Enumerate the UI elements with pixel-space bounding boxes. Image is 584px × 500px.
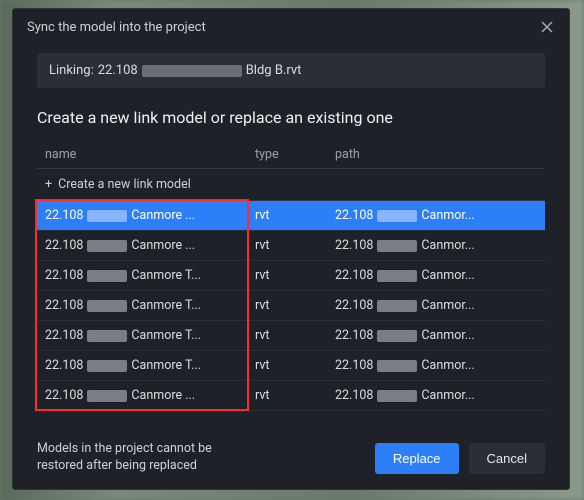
- cell-path: 22.108 Canmor...: [335, 358, 537, 373]
- redacted-text: [142, 65, 242, 77]
- cell-path: 22.108 Canmor...: [335, 238, 537, 253]
- redacted-text: [87, 330, 127, 342]
- path-suffix: Canmor...: [421, 358, 474, 373]
- redacted-text: [377, 330, 417, 342]
- name-prefix: 22.108: [45, 268, 83, 283]
- table-row[interactable]: 22.108Canmore T...rvt22.108Canmor...: [37, 351, 545, 381]
- plus-icon: +: [45, 177, 52, 192]
- name-prefix: 22.108: [45, 358, 83, 373]
- name-suffix: Canmore T...: [131, 298, 201, 313]
- cell-path: 22.108 Canmor...: [335, 208, 537, 223]
- name-suffix: Canmore T...: [131, 328, 201, 343]
- table-row[interactable]: 22.108Canmore ...rvt22.108Canmor...: [37, 201, 545, 231]
- cell-type: rvt: [255, 358, 335, 373]
- name-prefix: 22.108: [45, 238, 83, 253]
- cell-type: rvt: [255, 388, 335, 403]
- cell-type: rvt: [255, 268, 335, 283]
- cell-path: 22.108 Canmor...: [335, 268, 537, 283]
- linking-label: Linking:: [49, 63, 94, 78]
- path-prefix: 22.108: [335, 298, 373, 313]
- redacted-text: [87, 270, 127, 282]
- name-suffix: Canmore ...: [131, 388, 195, 403]
- cell-path: 22.108 Canmor...: [335, 298, 537, 313]
- linking-suffix: Bldg B.rvt: [246, 63, 302, 78]
- section-heading: Create a new link model or replace an ex…: [37, 108, 545, 127]
- redacted-text: [87, 300, 127, 312]
- create-row-content: + Create a new link model: [45, 177, 537, 192]
- path-suffix: Canmor...: [421, 268, 474, 283]
- name-prefix: 22.108: [45, 328, 83, 343]
- name-prefix: 22.108: [45, 208, 83, 223]
- sync-dialog: Sync the model into the project Linking:…: [12, 8, 570, 490]
- create-row-label: Create a new link model: [58, 177, 191, 192]
- cell-type: rvt: [255, 208, 335, 223]
- table-row[interactable]: 22.108Canmore T...rvt22.108Canmor...: [37, 261, 545, 291]
- cell-path: 22.108 Canmor...: [335, 388, 537, 403]
- table-header: name type path: [37, 141, 545, 169]
- path-suffix: Canmor...: [421, 298, 474, 313]
- name-prefix: 22.108: [45, 298, 83, 313]
- cell-type: rvt: [255, 298, 335, 313]
- name-suffix: Canmore ...: [131, 208, 195, 223]
- path-prefix: 22.108: [335, 388, 373, 403]
- button-group: Replace Cancel: [375, 443, 545, 474]
- cell-name: 22.108 Canmore ...: [45, 238, 255, 253]
- path-prefix: 22.108: [335, 238, 373, 253]
- redacted-text: [377, 210, 417, 222]
- table-row[interactable]: 22.108Canmore T...rvt22.108Canmor...: [37, 321, 545, 351]
- redacted-text: [377, 240, 417, 252]
- path-prefix: 22.108: [335, 268, 373, 283]
- cell-name: 22.108 Canmore ...: [45, 388, 255, 403]
- redacted-text: [87, 360, 127, 372]
- cell-name: 22.108 Canmore T...: [45, 358, 255, 373]
- linking-info: Linking: 22.108 Bldg B.rvt: [37, 53, 545, 88]
- redacted-text: [377, 270, 417, 282]
- dialog-titlebar: Sync the model into the project: [13, 9, 569, 45]
- cell-type: rvt: [255, 238, 335, 253]
- redacted-text: [377, 300, 417, 312]
- path-suffix: Canmor...: [421, 208, 474, 223]
- redacted-text: [377, 390, 417, 402]
- dialog-body: Linking: 22.108 Bldg B.rvt Create a new …: [13, 45, 569, 427]
- col-path: path: [335, 147, 537, 162]
- table-row[interactable]: 22.108Canmore ...rvt22.108Canmor...: [37, 231, 545, 261]
- warning-text: Models in the project cannot be restored…: [37, 441, 257, 475]
- linking-prefix: 22.108: [98, 63, 138, 78]
- table-row[interactable]: 22.108Canmore T...rvt22.108Canmor...: [37, 291, 545, 321]
- dialog-title: Sync the model into the project: [27, 20, 206, 35]
- cell-type: rvt: [255, 328, 335, 343]
- cancel-button[interactable]: Cancel: [469, 443, 545, 474]
- close-icon[interactable]: [539, 19, 555, 35]
- dialog-footer: Models in the project cannot be restored…: [13, 427, 569, 489]
- path-suffix: Canmor...: [421, 388, 474, 403]
- redacted-text: [87, 210, 127, 222]
- cell-name: 22.108 Canmore T...: [45, 268, 255, 283]
- col-name: name: [45, 147, 255, 162]
- cell-name: 22.108 Canmore T...: [45, 298, 255, 313]
- name-suffix: Canmore T...: [131, 358, 201, 373]
- name-suffix: Canmore ...: [131, 238, 195, 253]
- cell-path: 22.108 Canmor...: [335, 328, 537, 343]
- col-type: type: [255, 147, 335, 162]
- table-body: 22.108Canmore ...rvt22.108Canmor...22.10…: [37, 201, 545, 411]
- path-prefix: 22.108: [335, 208, 373, 223]
- replace-button[interactable]: Replace: [375, 443, 459, 474]
- redacted-text: [87, 240, 127, 252]
- redacted-text: [377, 360, 417, 372]
- create-new-link-row[interactable]: + Create a new link model: [37, 169, 545, 201]
- path-prefix: 22.108: [335, 328, 373, 343]
- name-prefix: 22.108: [45, 388, 83, 403]
- models-table: name type path +Create a new link model …: [37, 141, 545, 411]
- cell-name: 22.108 Canmore T...: [45, 328, 255, 343]
- redacted-text: [87, 390, 127, 402]
- name-suffix: Canmore T...: [131, 268, 201, 283]
- path-suffix: Canmor...: [421, 328, 474, 343]
- table-row[interactable]: 22.108Canmore ...rvt22.108Canmor...: [37, 381, 545, 411]
- path-prefix: 22.108: [335, 358, 373, 373]
- cell-name: 22.108 Canmore ...: [45, 208, 255, 223]
- path-suffix: Canmor...: [421, 238, 474, 253]
